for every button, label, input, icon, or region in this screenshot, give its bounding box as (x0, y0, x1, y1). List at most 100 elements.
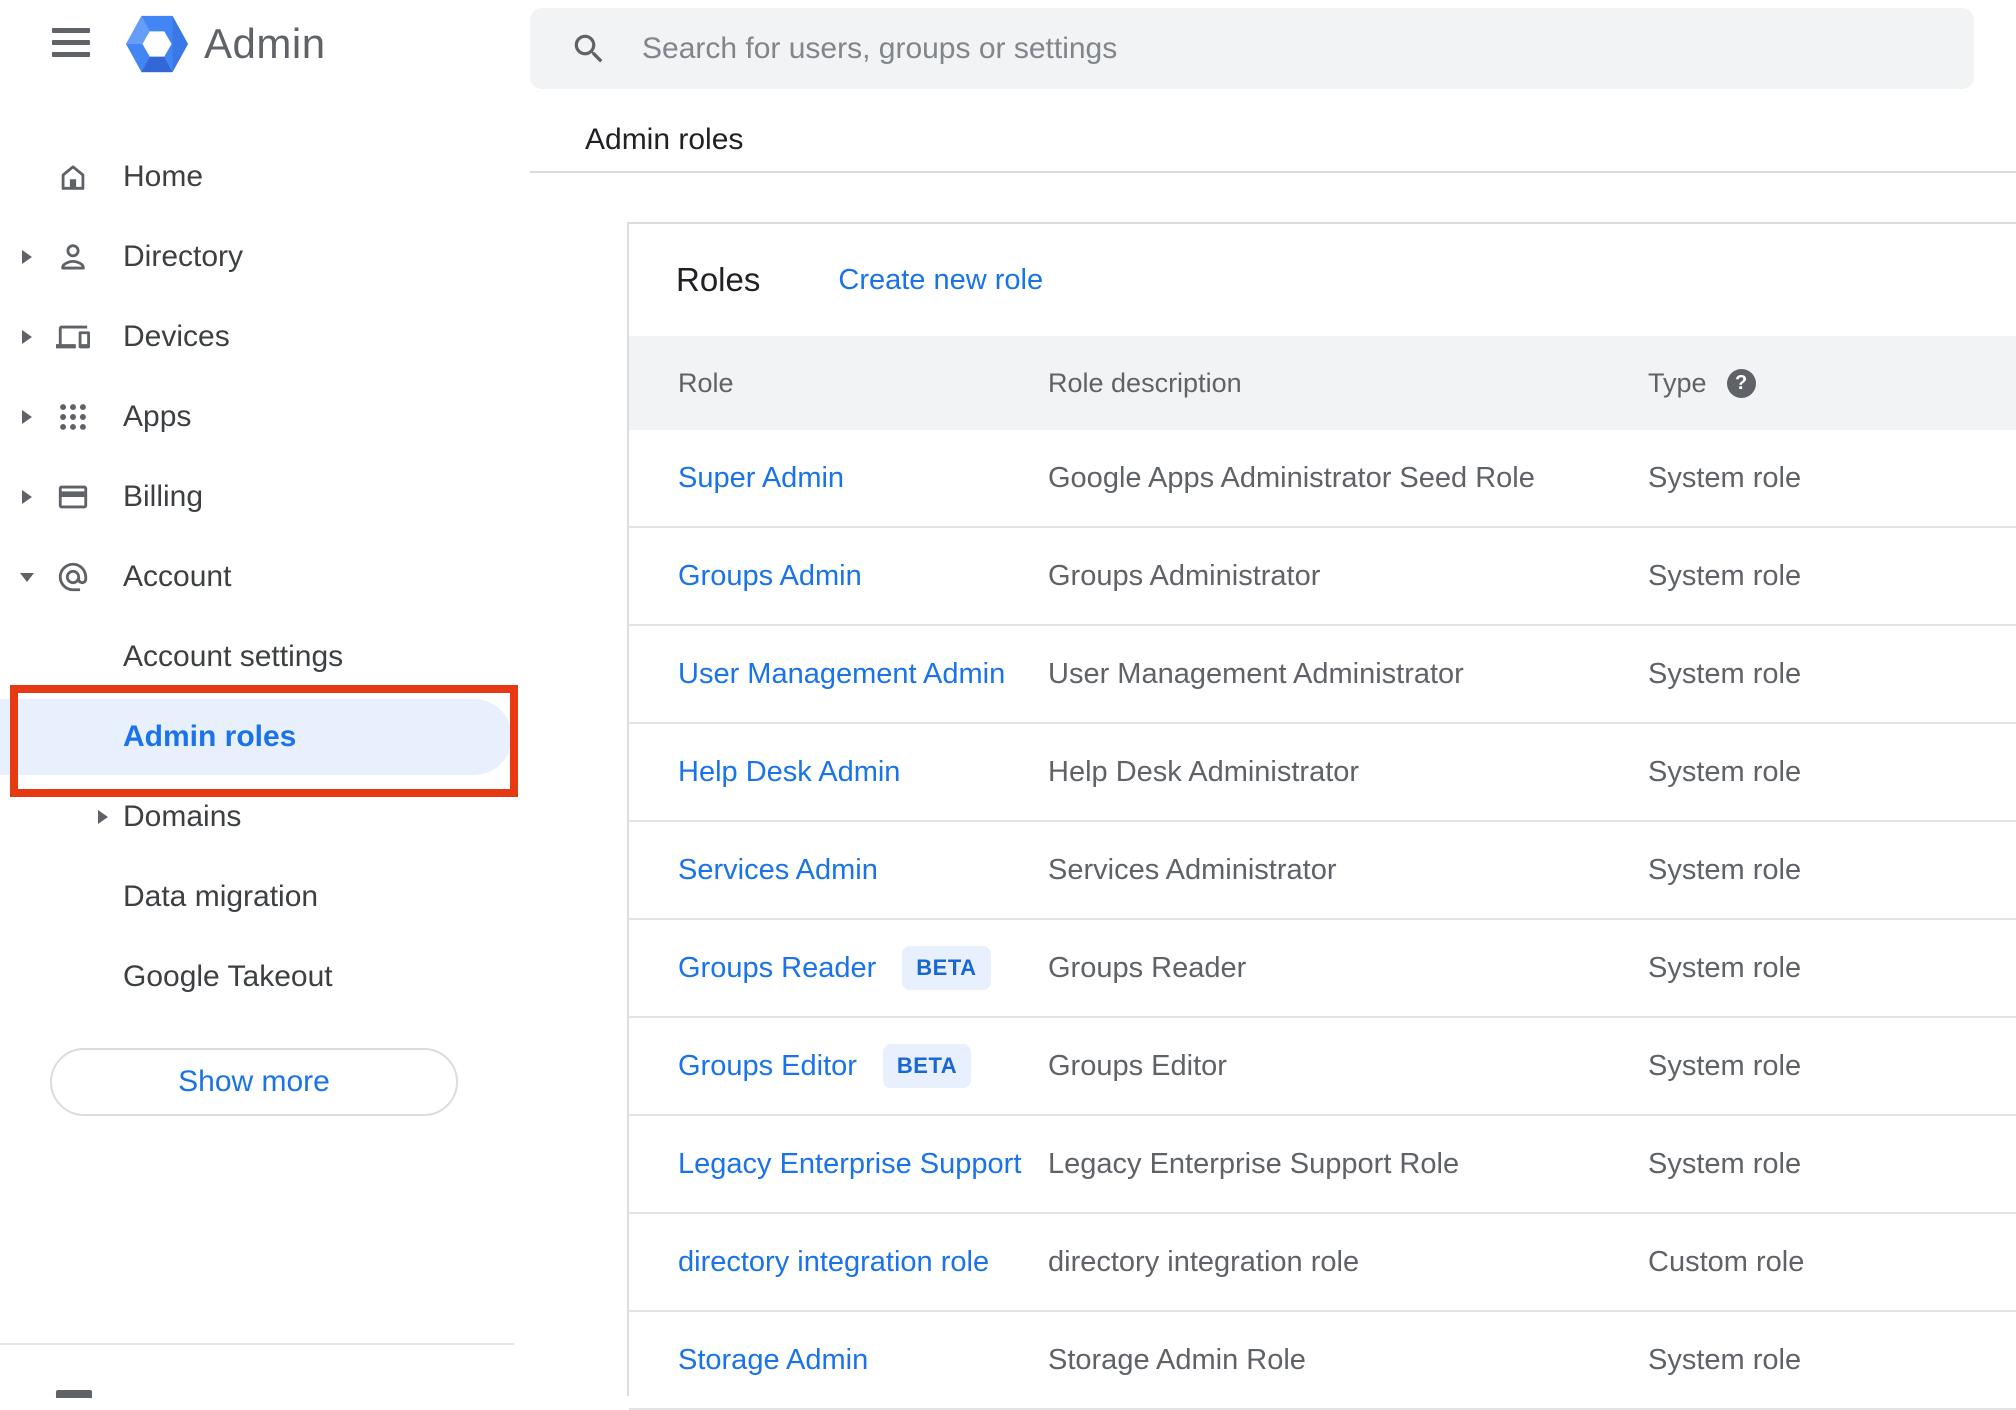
help-icon[interactable]: ? (1726, 368, 1756, 398)
sidebar-item-domains[interactable]: Domains (0, 777, 530, 857)
table-row: directory integration role directory int… (629, 1214, 2016, 1312)
sidebar-item-admin-roles[interactable]: Admin roles (0, 697, 530, 777)
table-row: Help Desk Admin Help Desk Administrator … (629, 724, 2016, 822)
role-link[interactable]: directory integration role (678, 1246, 989, 1279)
admin-logo-text: Admin (204, 20, 326, 67)
role-type: Custom role (1648, 1245, 1805, 1278)
chevron-right-icon[interactable] (20, 250, 34, 264)
role-description: Groups Editor (1048, 1049, 1227, 1082)
content-top-divider (530, 171, 2016, 173)
table-row: User Management Admin User Management Ad… (629, 626, 2016, 724)
breadcrumb: Admin roles (585, 123, 744, 156)
role-link[interactable]: Services Admin (678, 854, 878, 887)
card-title-row: Roles Create new role (629, 224, 2016, 336)
expander-icon[interactable] (0, 730, 14, 744)
show-more-button[interactable]: Show more (50, 1048, 458, 1116)
sidebar-item-icon (56, 960, 90, 994)
role-description: Help Desk Administrator (1048, 755, 1360, 788)
admin-hexagon-logo-icon (126, 15, 188, 73)
role-description: Services Administrator (1048, 853, 1337, 886)
roles-table-body: Super Admin Google Apps Administrator Se… (629, 430, 2016, 1410)
create-new-role-link[interactable]: Create new role (838, 264, 1043, 297)
partial-cutoff-icon (56, 1390, 92, 1398)
table-row: Groups Reader BETA Groups Reader System … (629, 920, 2016, 1018)
chevron-right-icon[interactable] (20, 410, 34, 424)
role-link[interactable]: User Management Admin (678, 658, 1005, 691)
sidebar-item-label: Domains (123, 800, 242, 833)
roles-card: Roles Create new role Role Role descript… (627, 222, 2016, 1410)
sidebar-item-account[interactable]: Account (0, 537, 530, 617)
sidebar-item-label: Home (123, 160, 204, 193)
role-description: directory integration role (1048, 1245, 1360, 1278)
sidebar-item-devices[interactable]: Devices (0, 297, 530, 377)
sidebar-item-google-takeout[interactable]: Google Takeout (0, 937, 530, 1017)
chevron-right-icon[interactable] (96, 810, 110, 824)
table-row: Groups Editor BETA Groups Editor System … (629, 1018, 2016, 1116)
role-link[interactable]: Help Desk Admin (678, 756, 900, 789)
role-description: Groups Reader (1048, 951, 1247, 984)
role-link[interactable]: Groups Editor (678, 1050, 857, 1083)
role-type: System role (1648, 1147, 1802, 1180)
table-row: Services Admin Services Administrator Sy… (629, 822, 2016, 920)
role-link[interactable]: Storage Admin (678, 1344, 868, 1377)
sidebar-item-home[interactable]: Home (0, 137, 530, 217)
role-type: System role (1648, 559, 1802, 592)
role-type: System role (1648, 951, 1802, 984)
sidebar-item-label: Apps (123, 400, 192, 433)
sidebar-item-label: Account (123, 560, 232, 593)
expander-icon[interactable] (0, 890, 14, 904)
sidebar-item-icon (56, 800, 90, 834)
sidebar-item-icon (56, 640, 90, 674)
table-row: Groups Admin Groups Administrator System… (629, 528, 2016, 626)
table-row: Legacy Enterprise Support Legacy Enterpr… (629, 1116, 2016, 1214)
devices-icon (56, 325, 90, 349)
table-header-row: Role Role description Type ? (629, 336, 2016, 430)
sidebar-item-label: Admin roles (123, 720, 297, 753)
sidebar-item-apps[interactable]: Apps (0, 377, 530, 457)
role-description: Google Apps Administrator Seed Role (1048, 461, 1535, 494)
expander-icon[interactable] (0, 170, 14, 184)
chevron-down-icon[interactable] (20, 570, 34, 584)
role-link[interactable]: Super Admin (678, 462, 844, 495)
sidebar-item-account-settings[interactable]: Account settings (0, 617, 530, 697)
person-icon (61, 244, 85, 270)
sidebar-item-label: Billing (123, 480, 204, 513)
table-row: Super Admin Google Apps Administrator Se… (629, 430, 2016, 528)
sidebar-item-label: Data migration (123, 880, 319, 913)
role-link[interactable]: Groups Admin (678, 560, 862, 593)
search-bar[interactable] (530, 8, 1974, 89)
role-type: System role (1648, 657, 1802, 690)
sidebar-item-data-migration[interactable]: Data migration (0, 857, 530, 937)
payment-card-icon (58, 485, 88, 509)
beta-badge: BETA (902, 946, 991, 990)
beta-badge: BETA (882, 1044, 972, 1088)
role-type: System role (1648, 853, 1802, 886)
card-title: Roles (676, 261, 761, 298)
column-header-role-description: Role description (1048, 367, 1242, 398)
role-description: Storage Admin Role (1048, 1343, 1306, 1376)
table-row: Storage Admin Storage Admin Role System … (629, 1312, 2016, 1410)
hamburger-menu-icon[interactable] (52, 28, 90, 58)
column-header-type-label: Type (1648, 367, 1707, 398)
apps-grid-icon (60, 404, 86, 430)
sidebar-item-label: Directory (123, 240, 244, 273)
sidebar-divider (0, 1343, 514, 1345)
role-link[interactable]: Groups Reader (678, 952, 876, 985)
sidebar: Admin Home Directory Devices Apps Billin… (0, 0, 530, 1398)
sidebar-item-billing[interactable]: Billing (0, 457, 530, 537)
role-link[interactable]: Legacy Enterprise Support (678, 1148, 1021, 1181)
search-input[interactable] (642, 31, 1974, 66)
chevron-right-icon[interactable] (20, 490, 34, 504)
role-description: Groups Administrator (1048, 559, 1321, 592)
column-header-role: Role (678, 367, 734, 398)
search-icon (574, 34, 603, 62)
chevron-right-icon[interactable] (20, 330, 34, 344)
expander-icon[interactable] (0, 650, 14, 664)
home-icon (61, 165, 85, 190)
sidebar-item-icon (56, 720, 90, 754)
sidebar-item-directory[interactable]: Directory (0, 217, 530, 297)
expander-icon[interactable] (0, 970, 14, 984)
role-type: System role (1648, 755, 1802, 788)
sidebar-item-label: Devices (123, 320, 230, 353)
role-description: Legacy Enterprise Support Role (1048, 1147, 1460, 1180)
